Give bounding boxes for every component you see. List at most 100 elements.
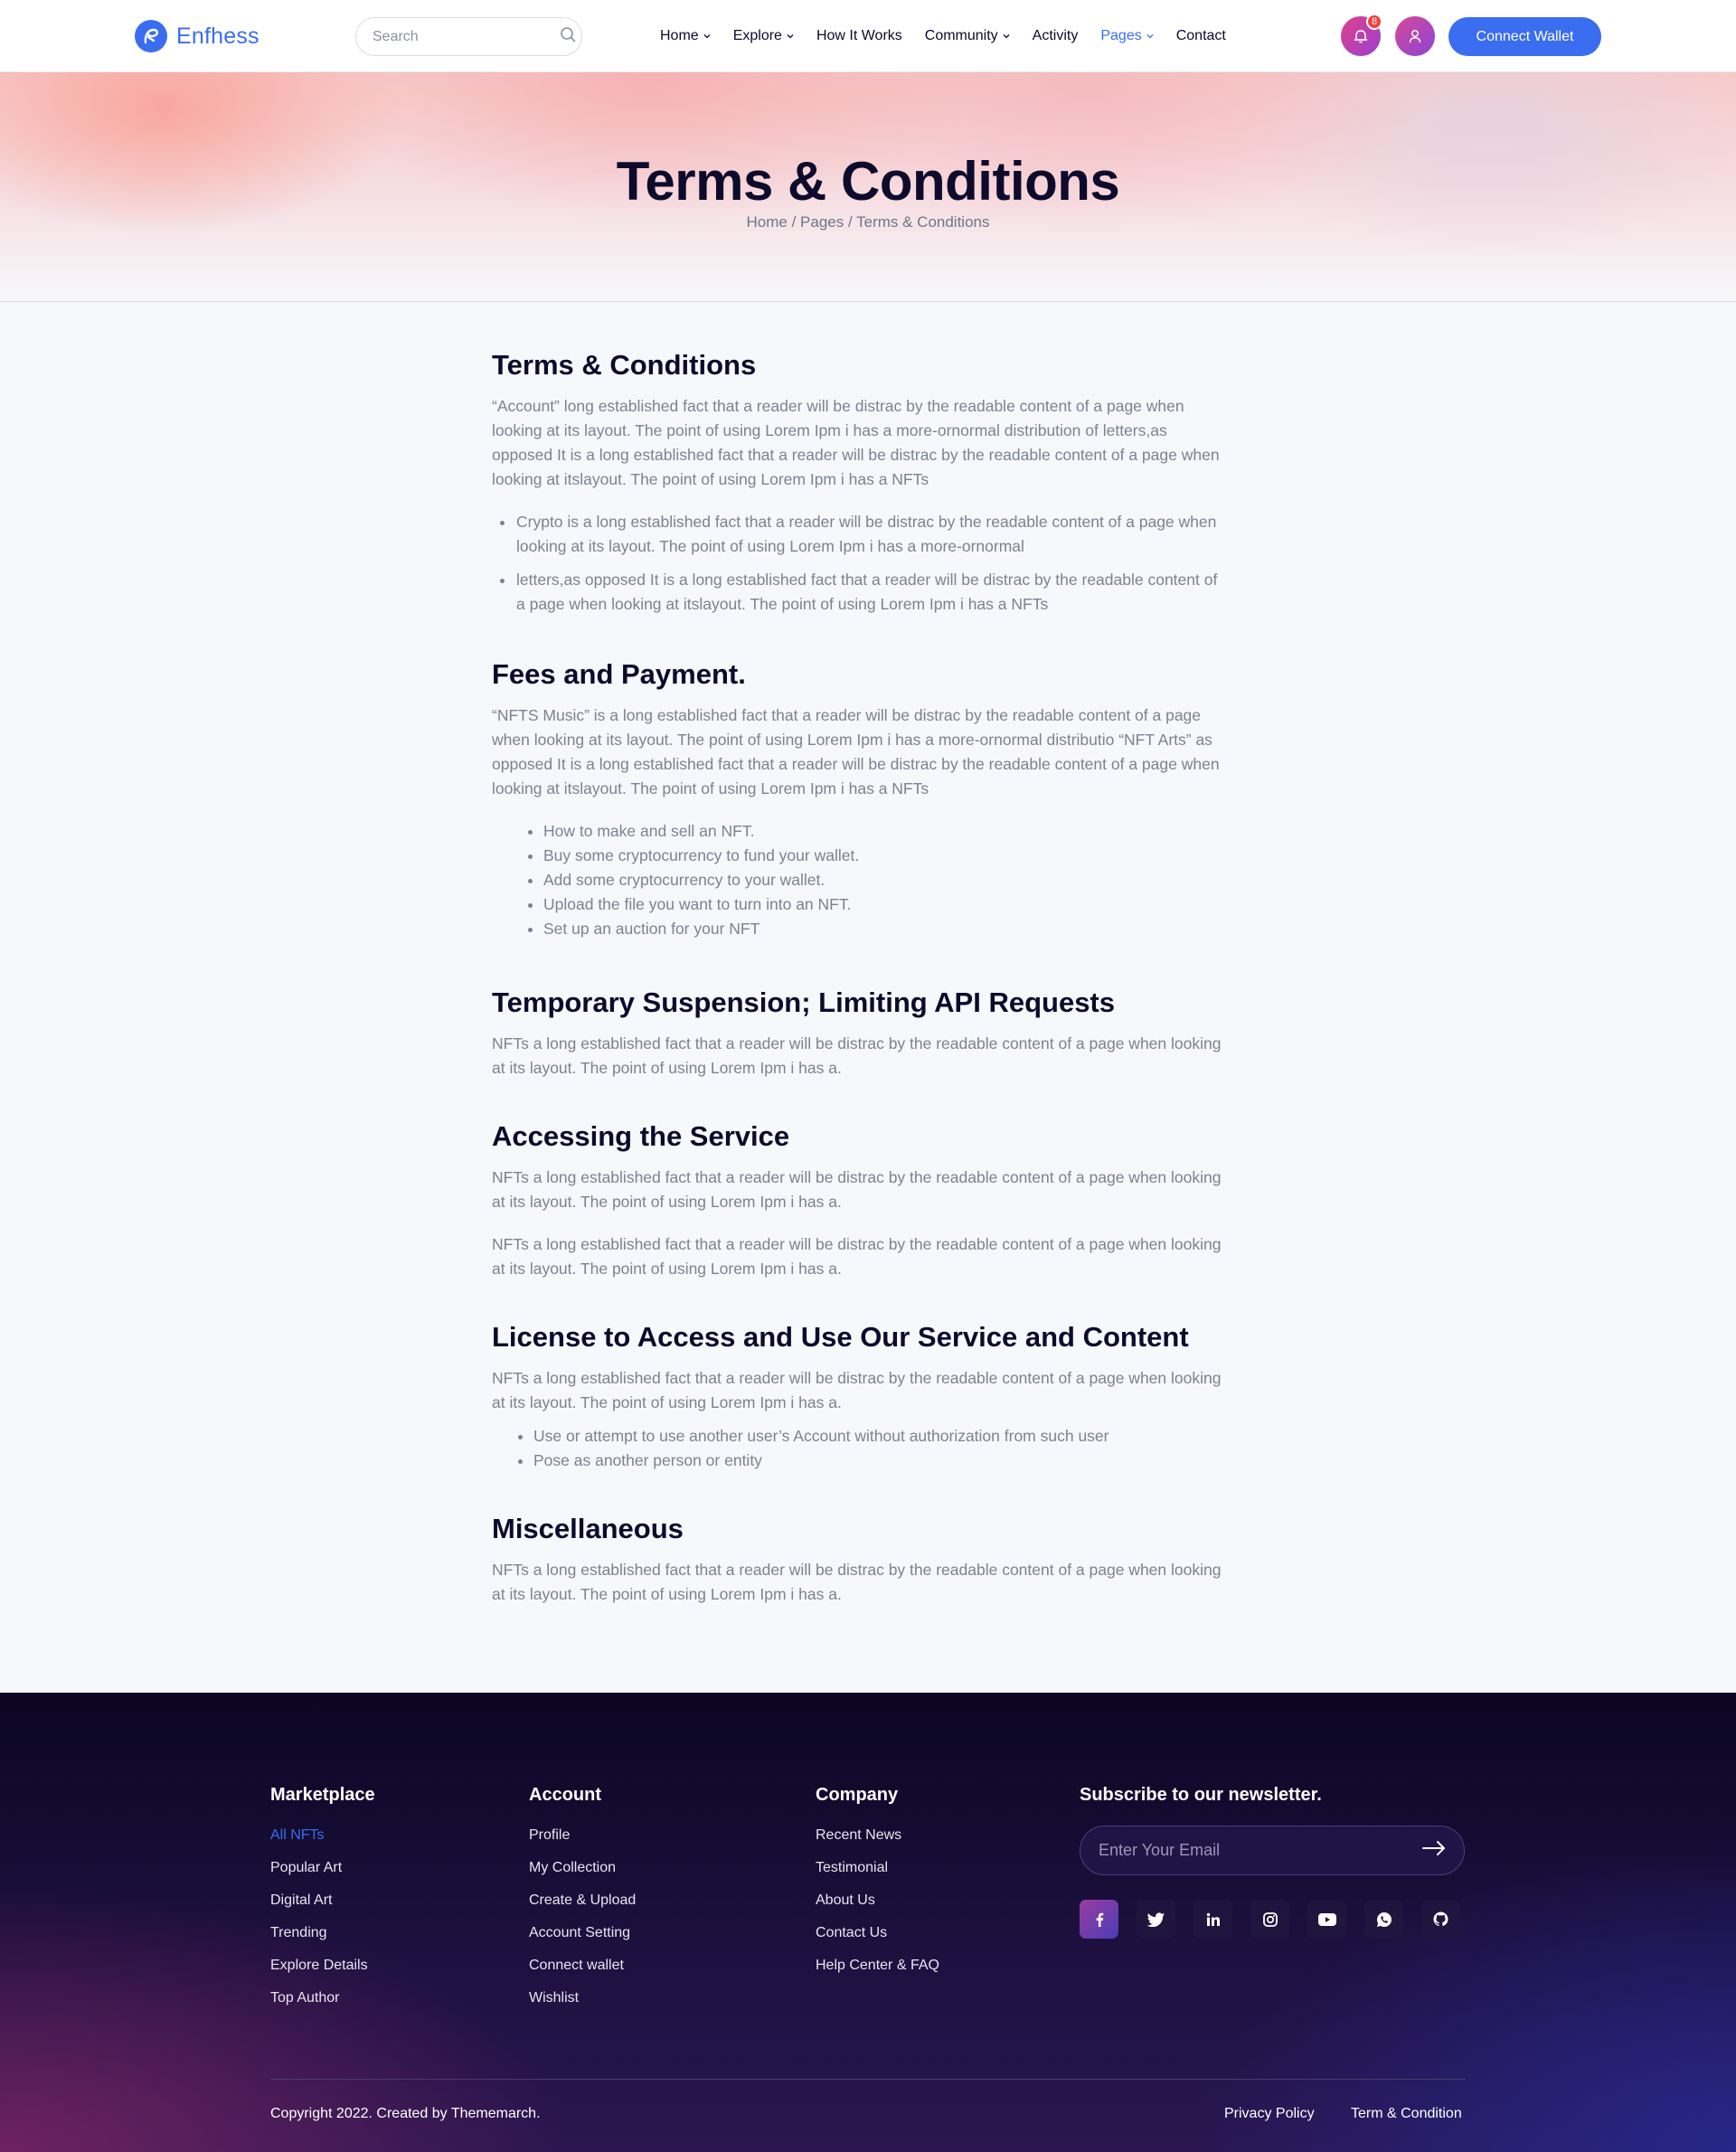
nav-pages-label: Pages [1100, 28, 1142, 43]
youtube-icon[interactable] [1307, 1900, 1346, 1939]
newsletter-title: Subscribe to our newsletter. [1080, 1785, 1322, 1805]
section-title: Temporary Suspension; Limiting API Reque… [492, 986, 1115, 1018]
privacy-policy-link[interactable]: Privacy Policy [1224, 2106, 1315, 2122]
profile-button[interactable] [1395, 16, 1435, 56]
nav-contact-label: Contact [1175, 28, 1226, 43]
footer-link-contact-us[interactable]: Contact Us [816, 1923, 939, 1942]
footer-link-recent-news[interactable]: Recent News [816, 1826, 939, 1845]
nav-home[interactable]: Home [660, 28, 711, 44]
notifications-button[interactable]: 8 [1341, 14, 1382, 56]
list-item: Add some cryptocurrency to your wallet. [492, 868, 1224, 892]
footer-link-testimonial[interactable]: Testimonial [816, 1858, 939, 1877]
user-icon [1409, 30, 1421, 43]
footer-marketplace-column: Marketplace All NFTs Popular Art Digital… [270, 1785, 375, 2021]
chevron-down-icon [787, 34, 794, 39]
footer-link-help-center[interactable]: Help Center & FAQ [816, 1956, 939, 1975]
section-terms: Terms & Conditions “Account” long establ… [492, 347, 1224, 617]
facebook-icon[interactable] [1080, 1900, 1118, 1939]
terms-link[interactable]: Term & Condition [1351, 2106, 1462, 2122]
section-list: Use or attempt to use another user’s Acc… [492, 1424, 1224, 1473]
list-item: Buy some cryptocurrency to fund your wal… [492, 844, 1224, 868]
connect-wallet-button[interactable]: Connect Wallet [1448, 17, 1601, 56]
footer-link-about-us[interactable]: About Us [816, 1891, 939, 1910]
breadcrumb-separator: / [844, 213, 857, 231]
list-item: How to make and sell an NFT. [492, 819, 1224, 844]
instagram-icon[interactable] [1250, 1900, 1289, 1939]
list-item: Use or attempt to use another user’s Acc… [492, 1424, 1224, 1449]
section-paragraph: NFTs a long established fact that a read… [492, 1168, 1222, 1211]
page-title: Terms & Conditions [616, 151, 1120, 212]
search-box [355, 17, 582, 56]
search-input[interactable] [373, 28, 560, 45]
section-paragraph: NFTs a long established fact that a read… [492, 1034, 1222, 1077]
footer-link-trending[interactable]: Trending [270, 1923, 375, 1942]
footer-link-popular-art[interactable]: Popular Art [270, 1858, 375, 1877]
site-header: Enfhess Home Explore How It Works Commun… [0, 0, 1736, 72]
main-nav: Home Explore How It Works Community Acti… [660, 0, 1226, 72]
breadcrumb-separator: / [787, 213, 801, 231]
search-icon[interactable] [560, 26, 576, 47]
section-list: How to make and sell an NFT. Buy some cr… [492, 819, 1224, 941]
nav-activity-label: Activity [1032, 28, 1079, 43]
section-title: Terms & Conditions [492, 349, 757, 381]
footer-column-title: Marketplace [270, 1785, 375, 1805]
nav-how-it-works[interactable]: How It Works [816, 28, 902, 44]
section-accessing: Accessing the Service NFTs a long establ… [492, 1118, 1224, 1281]
breadcrumb-pages[interactable]: Pages [800, 213, 844, 231]
breadcrumb-home[interactable]: Home [747, 213, 788, 231]
footer-company-column: Company Recent News Testimonial About Us… [816, 1785, 939, 1988]
footer-link-all-nfts[interactable]: All NFTs [270, 1826, 375, 1845]
section-paragraph: “NFTS Music” is a long established fact … [492, 706, 1220, 798]
whatsapp-icon[interactable] [1364, 1900, 1403, 1939]
social-links [1080, 1900, 1465, 1939]
nav-community[interactable]: Community [925, 28, 1010, 44]
section-title: Fees and Payment. [492, 658, 746, 690]
page-hero: Terms & Conditions Home / Pages / Terms … [0, 72, 1736, 302]
footer-link-my-collection[interactable]: My Collection [529, 1858, 636, 1877]
section-miscellaneous: Miscellaneous NFTs a long established fa… [492, 1511, 1224, 1607]
github-icon[interactable] [1421, 1900, 1460, 1939]
linkedin-icon[interactable] [1194, 1900, 1232, 1939]
breadcrumb: Home / Pages / Terms & Conditions [0, 213, 1736, 231]
footer-link-connect-wallet[interactable]: Connect wallet [529, 1956, 636, 1975]
nav-explore[interactable]: Explore [733, 28, 794, 44]
section-title: Accessing the Service [492, 1120, 790, 1152]
brand-logo-icon [135, 20, 167, 52]
footer-link-account-setting[interactable]: Account Setting [529, 1923, 636, 1942]
nav-contact[interactable]: Contact [1176, 28, 1226, 44]
footer-link-digital-art[interactable]: Digital Art [270, 1891, 375, 1910]
list-item: Set up an auction for your NFT [492, 917, 1224, 941]
brand-logo[interactable]: Enfhess [135, 20, 259, 52]
nav-activity[interactable]: Activity [1033, 28, 1079, 44]
twitter-icon[interactable] [1137, 1900, 1175, 1939]
nav-pages[interactable]: Pages [1100, 28, 1154, 44]
chevron-down-icon [1003, 34, 1010, 39]
footer-link-explore-details[interactable]: Explore Details [270, 1956, 375, 1975]
chevron-down-icon [1146, 34, 1154, 39]
notification-count-badge: 8 [1366, 14, 1382, 30]
newsletter-email-input[interactable] [1099, 1841, 1422, 1860]
section-suspension: Temporary Suspension; Limiting API Reque… [492, 985, 1224, 1081]
brand-name: Enfhess [176, 23, 259, 49]
arrow-right-icon[interactable] [1422, 1840, 1446, 1861]
list-item: Crypto is a long established fact that a… [492, 510, 1224, 559]
list-item: letters,as opposed It is a long establis… [492, 568, 1224, 617]
list-item: Upload the file you want to turn into an… [492, 892, 1224, 917]
nav-community-label: Community [924, 28, 998, 43]
nav-home-label: Home [660, 28, 699, 43]
chevron-down-icon [703, 34, 711, 39]
section-paragraph: NFTs a long established fact that a read… [492, 1561, 1222, 1603]
footer-link-profile[interactable]: Profile [529, 1826, 636, 1845]
newsletter-form [1080, 1826, 1465, 1875]
section-paragraph: NFTs a long established fact that a read… [492, 1235, 1222, 1278]
footer-link-create-upload[interactable]: Create & Upload [529, 1891, 636, 1910]
footer-column-title: Account [529, 1785, 601, 1805]
footer-divider [270, 2079, 1466, 2080]
section-license: License to Access and Use Our Service an… [492, 1319, 1224, 1473]
list-item: Pose as another person or entity [492, 1449, 1224, 1473]
footer-column-title: Company [816, 1785, 899, 1805]
section-title: License to Access and Use Our Service an… [492, 1321, 1189, 1353]
footer-link-wishlist[interactable]: Wishlist [529, 1988, 636, 2007]
footer-link-top-author[interactable]: Top Author [270, 1988, 375, 2007]
section-paragraph: “Account” long established fact that a r… [492, 397, 1220, 488]
